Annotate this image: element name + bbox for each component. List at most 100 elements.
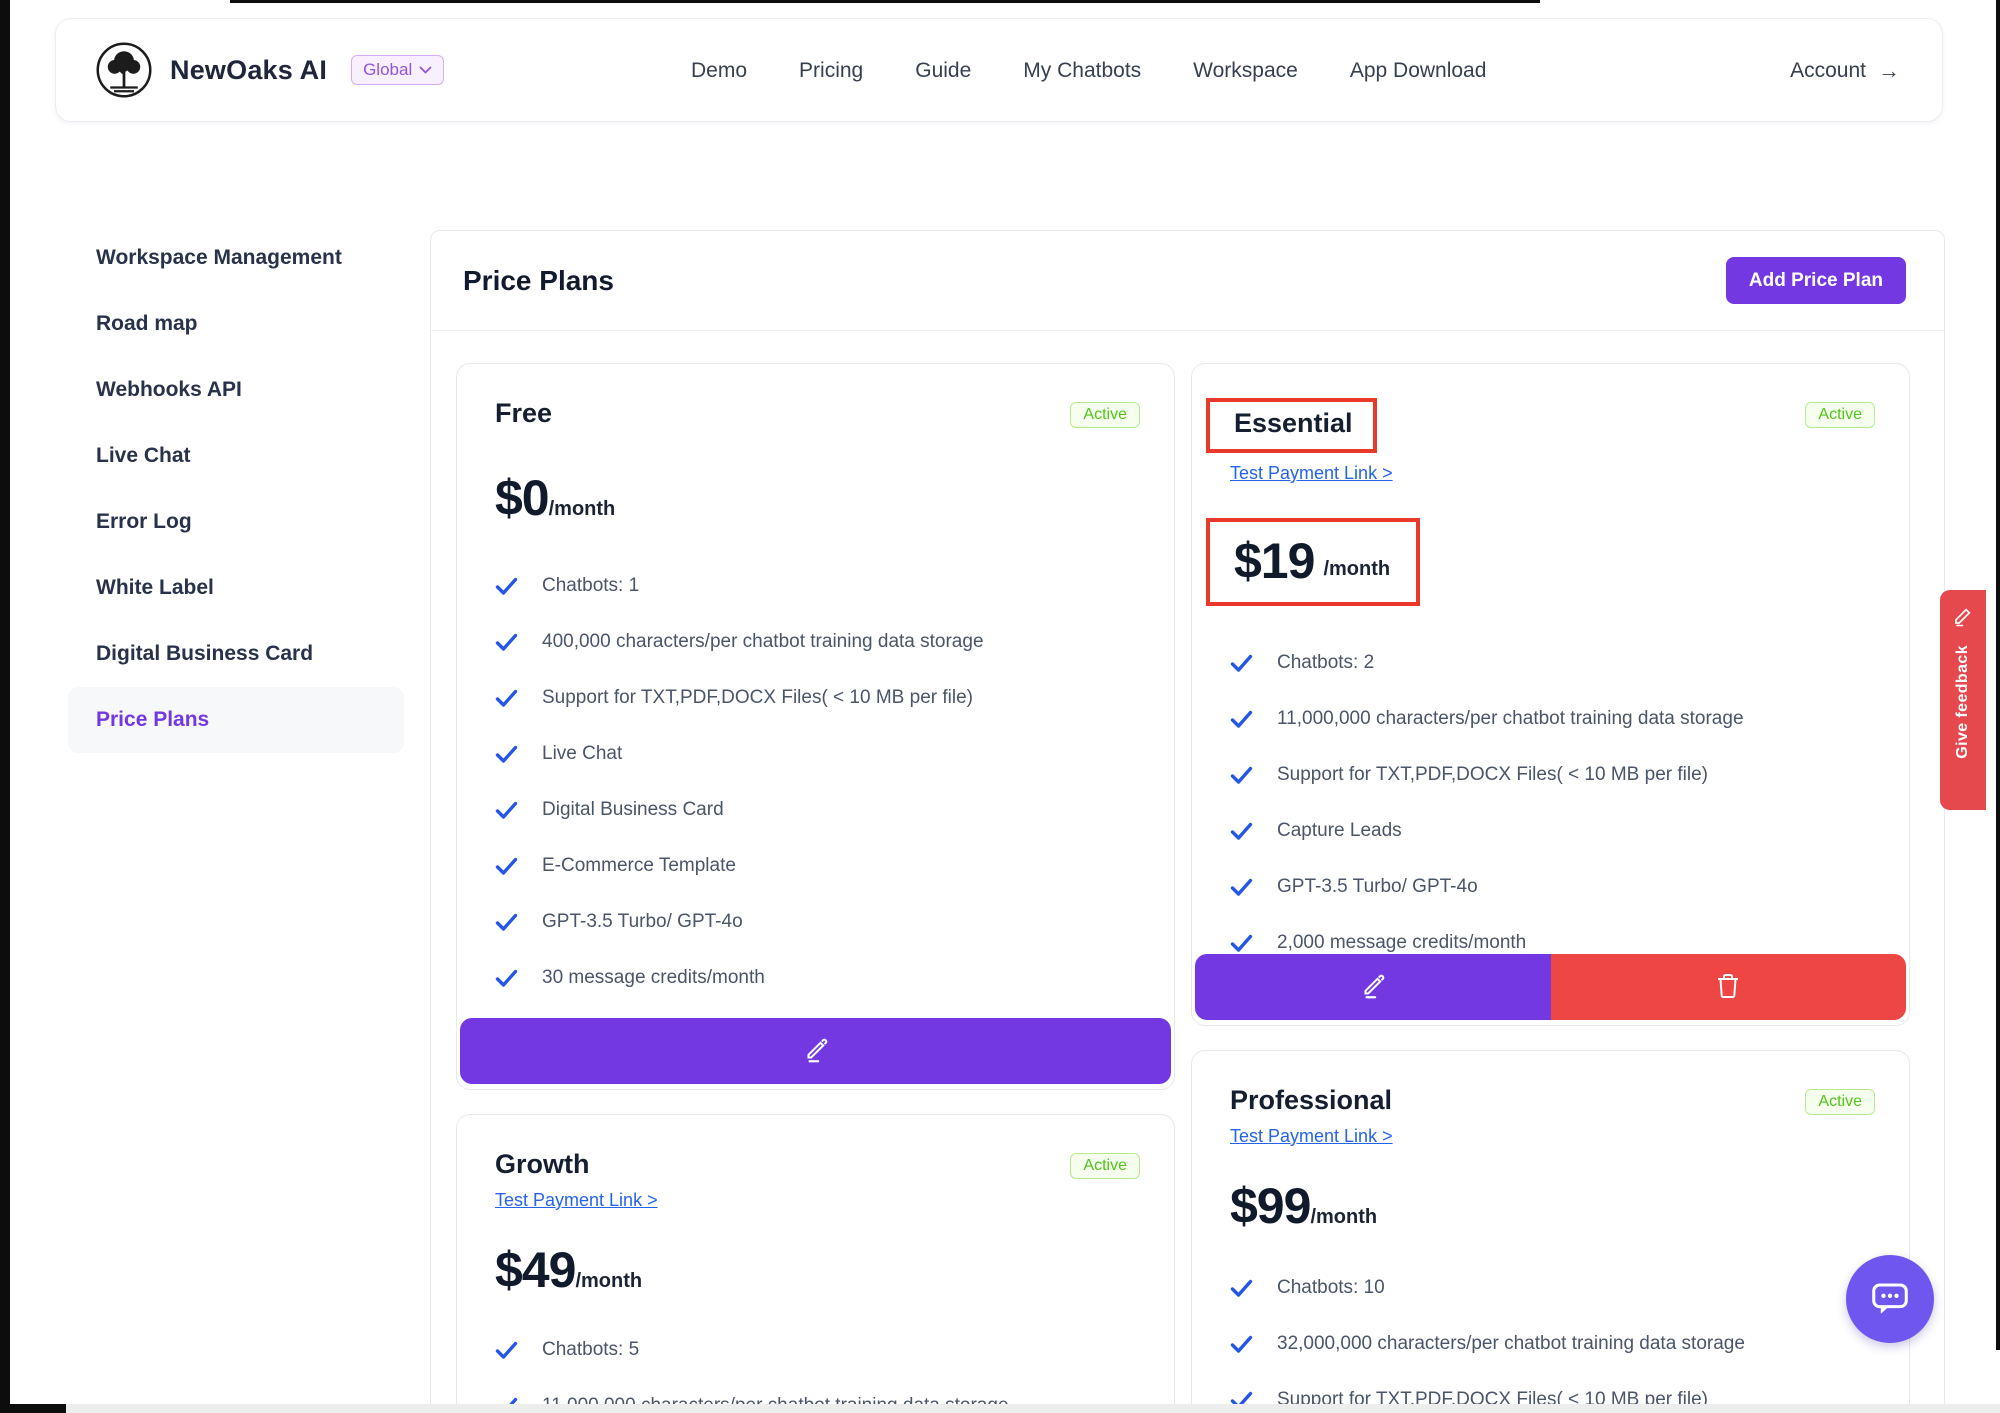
region-selector[interactable]: Global [351,55,444,85]
top-navbar: NewOaks AI Global Demo Pricing Guide My Cha… [55,18,1943,122]
status-badge: Active [1805,402,1875,428]
screenshot-frame-right [1996,0,2000,1350]
nav-item-demo[interactable]: Demo [691,59,747,83]
plan-card-header: Essential Active [1192,398,1909,453]
check-icon [495,1341,518,1360]
sidebar-item-road-map[interactable]: Road map [68,291,404,357]
check-icon [1230,934,1253,953]
sidebar-item-workspace-management[interactable]: Workspace Management [68,225,404,291]
plan-column-left: FreeActive$0/monthChatbots: 1400,000 cha… [456,363,1175,1413]
account-label: Account [1790,59,1866,83]
nav-item-pricing[interactable]: Pricing [799,59,863,83]
feature-item: Support for TXT,PDF,DOCX Files( < 10 MB … [1230,764,1871,786]
plan-cards: Free Active $0/month Chatbots: 1 400,000 cha… [431,331,1944,1413]
feature-item: Live Chat [495,743,1136,765]
feature-text: Chatbots: 5 [542,1339,639,1361]
check-icon [1230,766,1253,785]
check-icon [495,577,518,596]
sidebar-item-live-chat[interactable]: Live Chat [68,423,404,489]
feature-text: Support for TXT,PDF,DOCX Files( < 10 MB … [1277,764,1708,786]
account-link[interactable]: Account → [1790,19,1900,123]
test-payment-link[interactable]: Test Payment Link > [1230,463,1393,484]
screenshot-frame-left [0,0,10,1413]
check-icon [495,745,518,764]
brand: NewOaks AI Global [94,40,444,100]
plan-card-free: FreeActive$0/monthChatbots: 1400,000 cha… [456,363,1175,1090]
trash-icon [1715,972,1741,1003]
feature-item: Capture Leads [1230,820,1871,842]
plan-name-wrap: Professional [1230,1085,1392,1116]
plan-name-wrap: Growth [495,1149,590,1180]
check-icon [495,913,518,932]
plan-card-growth: GrowthActive Test Payment Link > $49/month… [456,1114,1175,1413]
sidebar-item-white-label[interactable]: White Label [68,555,404,621]
check-icon [1230,710,1253,729]
sidebar-nav: Workspace ManagementRoad mapWebhooks API… [68,225,404,753]
nav-item-my-chatbots[interactable]: My Chatbots [1023,59,1141,83]
plan-price: $0 [495,470,549,526]
feature-item: 30 message credits/month [495,967,1136,989]
plan-card-header: GrowthActive [457,1149,1174,1180]
feature-text: 32,000,000 characters/per chatbot traini… [1277,1333,1745,1355]
nav-item-workspace[interactable]: Workspace [1193,59,1298,83]
feature-item: 32,000,000 characters/per chatbot traini… [1230,1333,1871,1355]
screenshot-frame-bottom [0,1404,2000,1413]
test-payment-link[interactable]: Test Payment Link > [1230,1126,1393,1147]
pencil-icon [1951,604,1975,633]
plan-period: /month [1323,558,1390,586]
price-plans-panel: Price Plans Add Price Plan FreeActive$0/… [430,230,1945,1413]
plan-price: $99 [1230,1178,1310,1234]
plan-period: /month [575,1270,642,1297]
feature-list: Chatbots: 1032,000,000 characters/per ch… [1230,1277,1871,1411]
check-icon [495,857,518,876]
check-icon [495,801,518,820]
feature-text: Live Chat [542,743,622,765]
check-icon [495,689,518,708]
newoaks-logo-icon [94,40,154,100]
annotation-box-name: Essential [1206,398,1377,453]
sidebar-item-webhooks-api[interactable]: Webhooks API [68,357,404,423]
feature-item: E-Commerce Template [495,855,1136,877]
panel-header: Price Plans Add Price Plan [431,231,1944,331]
plan-price: $49 [495,1242,575,1298]
chat-bubble-icon [1864,1272,1916,1327]
feature-item: Support for TXT,PDF,DOCX Files( < 10 MB … [495,687,1136,709]
feature-item: 400,000 characters/per chatbot training … [495,631,1136,653]
sidebar-item-error-log[interactable]: Error Log [68,489,404,555]
check-icon [1230,822,1253,841]
plan-card-header: ProfessionalActive [1192,1085,1909,1116]
plan-card-professional: ProfessionalActive Test Payment Link > $99… [1191,1050,1910,1413]
test-payment-link[interactable]: Test Payment Link > [495,1190,658,1211]
arrow-right-icon: → [1878,58,1900,84]
feature-item: GPT-3.5 Turbo/ GPT-4o [1230,876,1871,898]
plan-name: Free [495,398,552,429]
feature-text: 400,000 characters/per chatbot training … [542,631,984,653]
check-icon [1230,654,1253,673]
sidebar-item-digital-business-card[interactable]: Digital Business Card [68,621,404,687]
nav-item-guide[interactable]: Guide [915,59,971,83]
add-price-plan-button[interactable]: Add Price Plan [1726,257,1906,304]
brand-name: NewOaks AI [170,55,327,86]
feature-list: Chatbots: 2 11,000,000 characters/per cha… [1230,652,1871,954]
plan-actions [1195,954,1906,1020]
plan-name: Growth [495,1149,590,1180]
chat-widget-button[interactable] [1846,1255,1934,1343]
edit-plan-button[interactable] [1195,954,1551,1020]
feature-item: GPT-3.5 Turbo/ GPT-4o [495,911,1136,933]
feature-text: Support for TXT,PDF,DOCX Files( < 10 MB … [542,687,973,709]
price-row: $99/month [1230,1181,1377,1231]
plan-name: Professional [1230,1085,1392,1116]
edit-plan-button[interactable] [460,1018,1171,1084]
feature-text: Chatbots: 1 [542,575,639,597]
feature-text: 30 message credits/month [542,967,765,989]
page-title: Price Plans [463,265,614,297]
give-feedback-tab[interactable]: Give feedback [1940,590,1986,810]
plan-price: $19 [1234,536,1314,586]
pencil-icon [1358,971,1388,1004]
feature-item: 11,000,000 characters/per chatbot traini… [1230,708,1871,730]
delete-plan-button[interactable] [1551,954,1907,1020]
sidebar-item-price-plans[interactable]: Price Plans [68,687,404,753]
feature-text: Chatbots: 2 [1277,652,1374,674]
plan-period: /month [549,498,616,525]
nav-item-app-download[interactable]: App Download [1350,59,1487,83]
